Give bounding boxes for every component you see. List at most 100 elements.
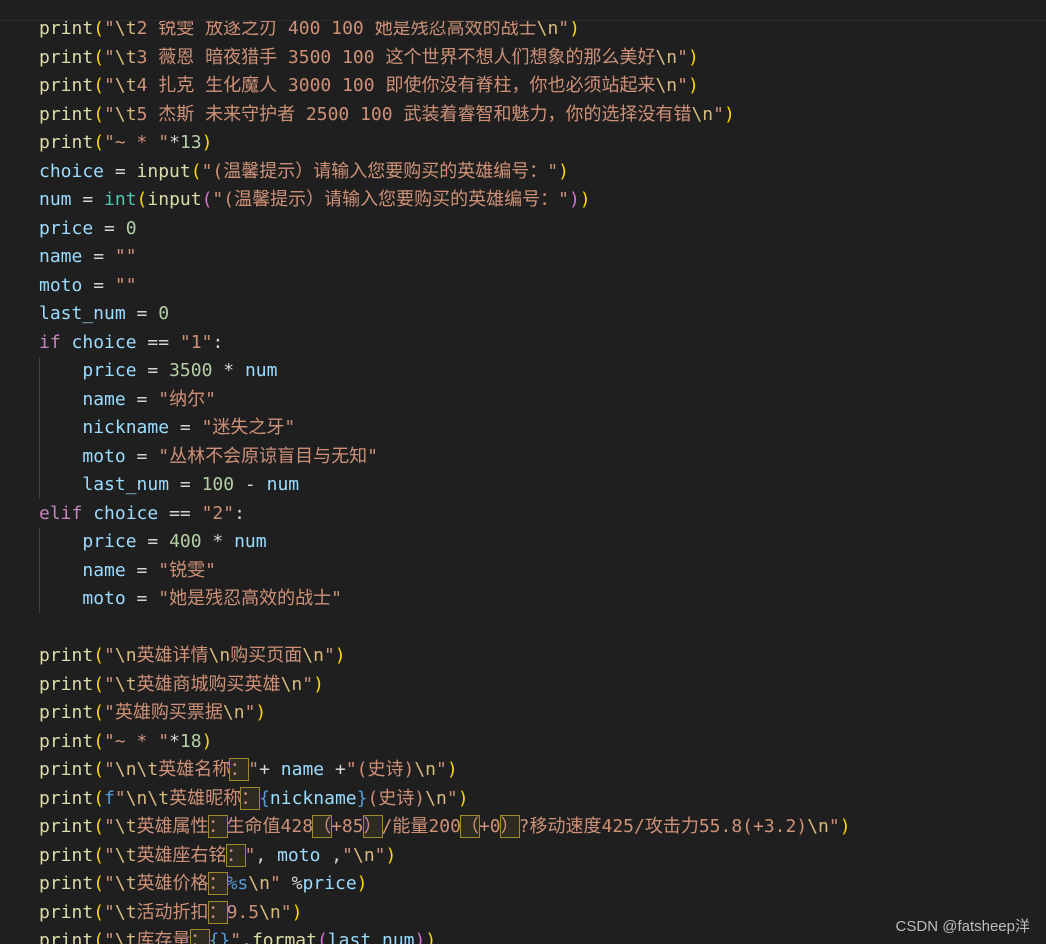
- code-line[interactable]: print("\t英雄商城购买英雄\n"): [39, 671, 851, 700]
- code-line[interactable]: price = 400 * num: [39, 528, 851, 557]
- code-line[interactable]: [39, 614, 851, 643]
- code-token: :: [234, 502, 245, 524]
- code-token: =: [125, 388, 159, 410]
- code-token: ): [687, 75, 699, 96]
- code-line[interactable]: num = int(input("(温馨提示）请输入您要购买的英雄编号：")): [39, 186, 851, 215]
- code-token: =: [104, 160, 137, 182]
- code-token: (: [190, 160, 202, 182]
- code-line[interactable]: print(f"\n\t英雄昵称：{nickname}(史诗)\n"): [39, 785, 851, 814]
- code-token: （: [312, 815, 333, 838]
- code-token: "锐雯": [158, 559, 216, 581]
- code-token: ": [104, 816, 115, 837]
- code-token: ": [104, 75, 115, 96]
- code-token: ==: [158, 502, 202, 524]
- code-token: \t: [114, 18, 137, 39]
- code-token: ): [568, 189, 580, 210]
- code-token: ): [385, 844, 397, 866]
- code-line[interactable]: print("\t英雄属性：生命值428（+85）/能量200（+0）?移动速度…: [39, 813, 851, 842]
- code-token: ": [446, 787, 458, 809]
- code-line[interactable]: if choice == "1":: [39, 329, 851, 358]
- code-token: ): [334, 645, 346, 666]
- code-token: name: [280, 759, 325, 780]
- code-token: ：: [207, 872, 228, 895]
- code-token: =: [93, 217, 126, 239]
- code-token: {}: [208, 930, 231, 944]
- code-token: *: [169, 132, 180, 153]
- code-line[interactable]: print("\t英雄价格：%s\n" %price): [39, 870, 851, 899]
- code-token: ": [104, 930, 115, 944]
- code-line[interactable]: moto = "": [39, 272, 851, 301]
- code-token: name: [82, 559, 126, 581]
- code-token: :: [212, 331, 224, 353]
- code-token: num: [266, 474, 300, 495]
- code-line[interactable]: print("\t库存量：{}".format(last_num)): [39, 927, 851, 944]
- code-token: (: [93, 75, 105, 96]
- code-token: print: [39, 844, 94, 866]
- code-token: 生命值428: [226, 816, 314, 837]
- code-token: \t: [114, 873, 137, 894]
- code-token: ): [414, 930, 426, 944]
- code-line[interactable]: print("~ * "*13): [39, 129, 851, 158]
- code-token: ): [356, 873, 368, 894]
- code-token: ): [457, 787, 469, 809]
- code-line[interactable]: last_num = 100 - num: [39, 471, 851, 500]
- code-token: "~ * ": [104, 132, 170, 153]
- code-line[interactable]: moto = "丛林不会原谅盲目与无知": [39, 443, 851, 472]
- code-area[interactable]: print("\t2 锐雯 放逐之刃 400 100 她是残忍高效的战士\n")…: [39, 15, 851, 944]
- code-token: (: [93, 901, 105, 923]
- code-line[interactable]: name = "纳尔": [39, 386, 851, 415]
- code-token: 5 杰斯 未来守护者 2500 100 武装着睿智和魅力，你的选择没有错: [136, 103, 692, 125]
- code-token: \n: [414, 759, 437, 780]
- code-token: nickname: [82, 417, 170, 438]
- code-token: \t: [114, 844, 137, 866]
- code-token: =: [71, 189, 105, 210]
- code-token: ：: [207, 815, 228, 838]
- code-line[interactable]: choice = input("(温馨提示）请输入您要购买的英雄编号："): [39, 158, 851, 187]
- code-token: ": [713, 103, 724, 125]
- code-line[interactable]: price = 3500 * num: [39, 357, 851, 386]
- code-editor[interactable]: print("\t2 锐雯 放逐之刃 400 100 她是残忍高效的战士\n")…: [0, 0, 1046, 944]
- code-token: }: [356, 787, 368, 809]
- code-token: (: [93, 645, 105, 666]
- code-line[interactable]: name = "": [39, 243, 851, 272]
- code-token: (: [93, 673, 105, 695]
- code-token: ）: [362, 815, 383, 838]
- code-token: ): [579, 189, 591, 210]
- code-token: ": [269, 873, 281, 894]
- code-line[interactable]: print("\n英雄详情\n购买页面\n"): [39, 642, 851, 671]
- code-token: price: [82, 360, 137, 381]
- code-line[interactable]: name = "锐雯": [39, 557, 851, 586]
- code-token: \t: [114, 673, 137, 695]
- code-token: \n: [807, 816, 829, 837]
- code-token: \n: [691, 103, 714, 125]
- code-token: -: [234, 474, 267, 495]
- code-token: ": [323, 645, 335, 666]
- code-line[interactable]: print("~ * "*18): [39, 728, 851, 757]
- code-token: =: [125, 559, 159, 581]
- code-token: ": [436, 759, 447, 780]
- code-line[interactable]: print("\t4 扎克 生化魔人 3000 100 即使你没有脊柱，你也必须…: [39, 72, 851, 101]
- code-line[interactable]: nickname = "迷失之牙": [39, 414, 851, 443]
- code-token: print: [39, 901, 94, 923]
- code-line[interactable]: price = 0: [39, 215, 851, 244]
- code-line[interactable]: print("\t3 薇恩 暗夜猎手 3500 100 这个世界不想人们想象的那…: [39, 44, 851, 73]
- code-token: ): [723, 103, 735, 125]
- code-line[interactable]: moto = "她是残忍高效的战士": [39, 585, 851, 614]
- code-line[interactable]: print("\t活动折扣：9.5\n"): [39, 899, 851, 928]
- code-token: choice: [71, 331, 137, 353]
- code-line[interactable]: last_num = 0: [39, 300, 851, 329]
- code-token: ): [687, 46, 699, 68]
- code-token: +0: [478, 816, 501, 837]
- code-token: name: [39, 246, 83, 267]
- code-token: price: [302, 873, 357, 894]
- code-token: print: [39, 787, 94, 809]
- code-line[interactable]: print("\t5 杰斯 未来守护者 2500 100 武装着睿智和魅力，你的…: [39, 101, 851, 130]
- code-token: \n: [655, 46, 678, 68]
- code-line[interactable]: print("英雄购买票据\n"): [39, 699, 851, 728]
- code-line[interactable]: print("\t英雄座右铭：", moto ,"\n"): [39, 842, 851, 871]
- code-line[interactable]: elif choice == "2":: [39, 500, 851, 529]
- code-line[interactable]: print("\n\t英雄名称："+ name +"(史诗)\n"): [39, 756, 851, 785]
- code-token: \n: [248, 873, 270, 894]
